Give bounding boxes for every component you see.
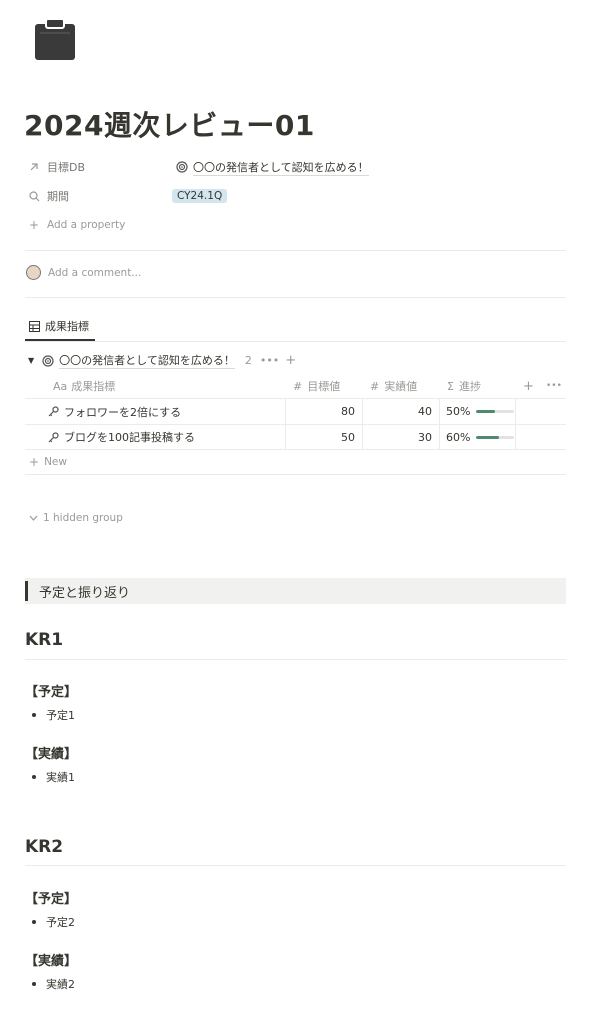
chevron-down-icon bbox=[29, 512, 38, 524]
period-tag[interactable]: CY24.1Q bbox=[172, 189, 228, 203]
list-item[interactable]: 予定1 bbox=[32, 707, 75, 723]
section-callout[interactable]: 予定と振り返り bbox=[25, 578, 566, 604]
divider bbox=[25, 250, 566, 251]
hash-icon: # bbox=[370, 379, 380, 393]
plus-icon: + bbox=[28, 218, 40, 232]
property-period[interactable]: 期間 CY24.1Q bbox=[27, 185, 228, 207]
hidden-group-toggle[interactable]: 1 hidden group bbox=[29, 509, 123, 527]
divider bbox=[25, 659, 566, 660]
key-icon bbox=[48, 431, 59, 443]
row-actual[interactable]: 40 bbox=[367, 399, 432, 424]
page-title[interactable]: 2024週次レビュー01 bbox=[24, 104, 315, 144]
comment-area[interactable]: Add a comment... bbox=[26, 265, 141, 280]
target-icon bbox=[176, 161, 188, 173]
table-row[interactable]: ブログを100記事投稿する bbox=[48, 425, 195, 449]
table-icon bbox=[29, 320, 40, 332]
divider bbox=[25, 297, 566, 298]
bullet-dot bbox=[32, 713, 36, 717]
column-header-actual[interactable]: # 実績値 bbox=[370, 377, 417, 395]
row-target[interactable]: 80 bbox=[290, 399, 355, 424]
triangle-down-icon[interactable]: ▼ bbox=[28, 356, 34, 365]
property-label: 期間 bbox=[47, 190, 69, 203]
column-divider bbox=[285, 398, 286, 449]
result-heading[interactable]: 【実績】 bbox=[25, 950, 77, 969]
target-icon bbox=[42, 354, 54, 367]
row-progress[interactable]: 60% bbox=[446, 425, 515, 449]
goal-relation-link[interactable]: 〇〇の発信者として認知を広める！ bbox=[193, 159, 369, 176]
bullet-dot bbox=[32, 775, 36, 779]
search-icon bbox=[27, 189, 41, 203]
more-icon[interactable]: ••• bbox=[546, 377, 562, 395]
hash-icon: # bbox=[293, 379, 303, 393]
bullet-dot bbox=[32, 982, 36, 986]
list-item[interactable]: 実績2 bbox=[32, 976, 75, 992]
column-divider bbox=[362, 398, 363, 449]
key-icon bbox=[48, 406, 59, 417]
new-row-button[interactable]: + New bbox=[29, 452, 67, 472]
group-label[interactable]: 〇〇の発信者として認知を広める！ bbox=[59, 352, 235, 369]
avatar bbox=[26, 265, 41, 280]
table-line bbox=[25, 449, 566, 450]
progress-bar bbox=[476, 410, 515, 413]
clipboard-icon[interactable] bbox=[33, 17, 77, 61]
plan-heading[interactable]: 【予定】 bbox=[25, 681, 77, 700]
column-header-name[interactable]: Aa 成果指標 bbox=[53, 377, 115, 395]
bullet-dot bbox=[32, 920, 36, 924]
plus-icon[interactable]: + bbox=[285, 353, 296, 368]
add-column-button[interactable]: + bbox=[523, 377, 534, 395]
heading-kr1[interactable]: KR1 bbox=[25, 630, 63, 650]
plan-heading[interactable]: 【予定】 bbox=[25, 888, 77, 907]
property-label: 目標DB bbox=[47, 161, 86, 174]
group-header[interactable]: ▼ 〇〇の発信者として認知を広める！ 2 ••• + bbox=[28, 352, 296, 369]
property-goal-db[interactable]: 目標DB 〇〇の発信者として認知を広める！ bbox=[27, 156, 369, 178]
table-row[interactable]: フォロワーを2倍にする bbox=[48, 399, 181, 424]
comment-input[interactable]: Add a comment... bbox=[48, 267, 141, 279]
tab-kpi[interactable]: 成果指標 bbox=[29, 318, 89, 334]
quote-bar bbox=[25, 581, 28, 601]
divider bbox=[25, 341, 566, 342]
table-line bbox=[25, 474, 566, 475]
result-heading[interactable]: 【実績】 bbox=[25, 743, 77, 762]
row-target[interactable]: 50 bbox=[290, 425, 355, 449]
sigma-icon: Σ bbox=[447, 379, 454, 393]
column-divider bbox=[439, 398, 440, 449]
list-item[interactable]: 予定2 bbox=[32, 914, 75, 930]
column-header-progress[interactable]: Σ 進捗 bbox=[447, 377, 481, 395]
row-name[interactable]: ブログを100記事投稿する bbox=[64, 429, 195, 445]
column-header-target[interactable]: # 目標値 bbox=[293, 377, 340, 395]
divider bbox=[25, 865, 566, 866]
progress-bar bbox=[476, 435, 515, 439]
arrow-up-right-icon bbox=[27, 160, 41, 174]
row-actual[interactable]: 30 bbox=[367, 425, 432, 449]
row-name[interactable]: フォロワーを2倍にする bbox=[64, 404, 181, 420]
add-property-button[interactable]: + Add a property bbox=[27, 214, 125, 236]
more-icon[interactable]: ••• bbox=[260, 354, 279, 367]
row-progress[interactable]: 50% bbox=[446, 399, 515, 424]
list-item[interactable]: 実績1 bbox=[32, 769, 75, 785]
plus-icon: + bbox=[29, 455, 40, 469]
heading-kr2[interactable]: KR2 bbox=[25, 837, 63, 857]
group-count: 2 bbox=[244, 354, 252, 367]
column-divider bbox=[515, 398, 516, 449]
